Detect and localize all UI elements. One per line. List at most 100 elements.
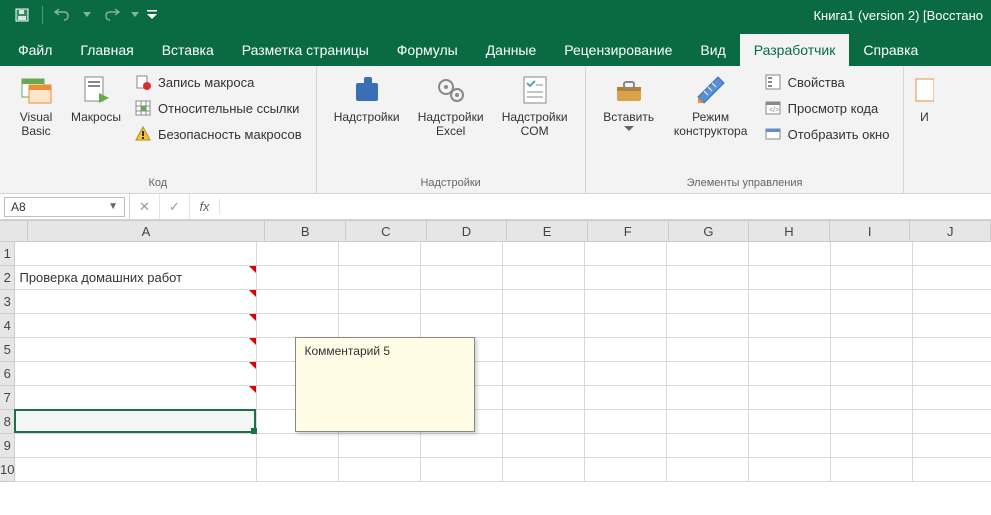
cell-I4[interactable] (831, 314, 913, 338)
cell-I10[interactable] (831, 458, 913, 482)
formula-bar-input[interactable] (220, 194, 991, 219)
cell-J8[interactable] (913, 410, 991, 434)
cell-G8[interactable] (667, 410, 749, 434)
cell-A1[interactable] (15, 242, 257, 266)
view-code-button[interactable]: </> Просмотр кода (760, 96, 894, 120)
row-header-4[interactable]: 4 (0, 314, 15, 338)
row-header-3[interactable]: 3 (0, 290, 15, 314)
column-header-I[interactable]: I (830, 220, 911, 241)
qat-customize[interactable] (145, 2, 159, 28)
cell-H10[interactable] (749, 458, 831, 482)
cell-E10[interactable] (503, 458, 585, 482)
cell-I3[interactable] (831, 290, 913, 314)
cell-D9[interactable] (421, 434, 503, 458)
cancel-formula-button[interactable]: ✕ (130, 194, 160, 219)
cell-C10[interactable] (339, 458, 421, 482)
row-header-1[interactable]: 1 (0, 242, 15, 266)
cell-H9[interactable] (749, 434, 831, 458)
cell-E9[interactable] (503, 434, 585, 458)
column-header-D[interactable]: D (427, 220, 508, 241)
tab-формулы[interactable]: Формулы (383, 34, 472, 66)
column-header-A[interactable]: A (28, 220, 266, 241)
cell-F5[interactable] (585, 338, 667, 362)
macro-security-button[interactable]: Безопасность макросов (130, 122, 306, 146)
cell-A6[interactable] (15, 362, 257, 386)
cell-H5[interactable] (749, 338, 831, 362)
cell-C4[interactable] (339, 314, 421, 338)
tab-файл[interactable]: Файл (4, 34, 66, 66)
comment-marker[interactable] (249, 362, 256, 369)
properties-button[interactable]: Свойства (760, 70, 894, 94)
cell-G1[interactable] (667, 242, 749, 266)
tab-разметка страницы[interactable]: Разметка страницы (228, 34, 383, 66)
cell-J6[interactable] (913, 362, 991, 386)
cell-A4[interactable] (15, 314, 257, 338)
cell-H3[interactable] (749, 290, 831, 314)
cell-J2[interactable] (913, 266, 991, 290)
cell-A8[interactable] (15, 410, 257, 434)
cell-I2[interactable] (831, 266, 913, 290)
column-header-G[interactable]: G (669, 220, 750, 241)
record-macro-button[interactable]: Запись макроса (130, 70, 306, 94)
insert-control-button[interactable]: Вставить (596, 70, 662, 134)
cell-E8[interactable] (503, 410, 585, 434)
cell-E2[interactable] (503, 266, 585, 290)
row-header-6[interactable]: 6 (0, 362, 15, 386)
column-header-C[interactable]: C (346, 220, 427, 241)
cell-H6[interactable] (749, 362, 831, 386)
cell-F7[interactable] (585, 386, 667, 410)
cell-E6[interactable] (503, 362, 585, 386)
cell-J10[interactable] (913, 458, 991, 482)
column-header-H[interactable]: H (749, 220, 830, 241)
cell-C1[interactable] (339, 242, 421, 266)
row-header-10[interactable]: 10 (0, 458, 15, 482)
cell-J5[interactable] (913, 338, 991, 362)
save-button[interactable] (8, 2, 36, 28)
cell-F10[interactable] (585, 458, 667, 482)
show-dialog-button[interactable]: Отобразить окно (760, 122, 894, 146)
cell-D10[interactable] (421, 458, 503, 482)
cell-I5[interactable] (831, 338, 913, 362)
cell-D3[interactable] (421, 290, 503, 314)
tab-главная[interactable]: Главная (66, 34, 147, 66)
row-header-5[interactable]: 5 (0, 338, 15, 362)
cell-G3[interactable] (667, 290, 749, 314)
cell-I6[interactable] (831, 362, 913, 386)
tab-вставка[interactable]: Вставка (148, 34, 228, 66)
cell-B3[interactable] (257, 290, 339, 314)
cell-G7[interactable] (667, 386, 749, 410)
cell-I7[interactable] (831, 386, 913, 410)
cell-G5[interactable] (667, 338, 749, 362)
cell-D2[interactable] (421, 266, 503, 290)
cell-J3[interactable] (913, 290, 991, 314)
tab-справка[interactable]: Справка (849, 34, 932, 66)
cell-E5[interactable] (503, 338, 585, 362)
cell-J1[interactable] (913, 242, 991, 266)
cell-G2[interactable] (667, 266, 749, 290)
name-box[interactable]: A8 ▼ (4, 197, 125, 217)
cell-C2[interactable] (339, 266, 421, 290)
cell-G6[interactable] (667, 362, 749, 386)
cell-F6[interactable] (585, 362, 667, 386)
tab-рецензирование[interactable]: Рецензирование (550, 34, 686, 66)
cell-F1[interactable] (585, 242, 667, 266)
cell-H2[interactable] (749, 266, 831, 290)
cell-E4[interactable] (503, 314, 585, 338)
cell-E1[interactable] (503, 242, 585, 266)
redo-button[interactable] (97, 2, 125, 28)
cell-F4[interactable] (585, 314, 667, 338)
comment-marker[interactable] (249, 314, 256, 321)
cell-A9[interactable] (15, 434, 257, 458)
excel-addins-button[interactable]: Надстройки Excel (411, 70, 491, 141)
comment-popup[interactable]: Комментарий 5 (295, 337, 475, 432)
cell-I8[interactable] (831, 410, 913, 434)
column-header-J[interactable]: J (910, 220, 991, 241)
select-all-corner[interactable] (0, 220, 28, 241)
column-header-F[interactable]: F (588, 220, 669, 241)
cell-H1[interactable] (749, 242, 831, 266)
visual-basic-button[interactable]: Visual Basic (10, 70, 62, 141)
column-header-B[interactable]: B (265, 220, 346, 241)
column-header-E[interactable]: E (507, 220, 588, 241)
cell-F2[interactable] (585, 266, 667, 290)
cell-D4[interactable] (421, 314, 503, 338)
